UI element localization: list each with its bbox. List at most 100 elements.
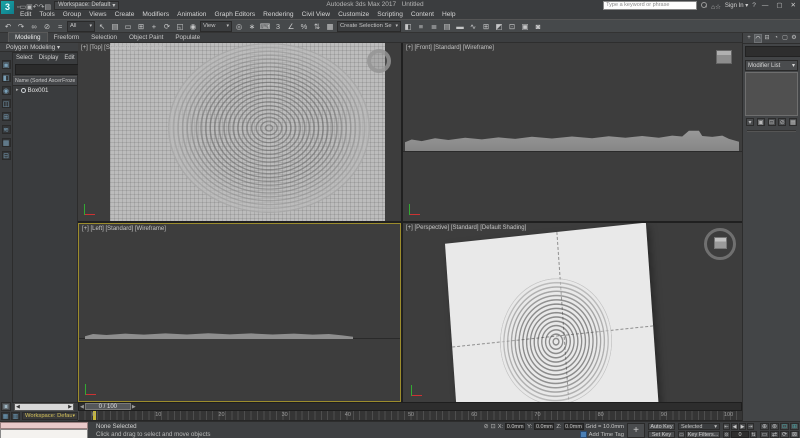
explorer-menu-item[interactable]: Display — [39, 55, 59, 61]
menu-item[interactable]: Rendering — [259, 11, 297, 18]
menu-item[interactable]: Civil View — [298, 11, 334, 18]
scroll-right-icon[interactable]: ▶ — [67, 404, 73, 410]
ribbon-tab[interactable]: Modeling — [8, 32, 48, 42]
track-bar[interactable]: 0102030405060708090100 — [78, 411, 742, 421]
ribbon-tab[interactable]: Populate — [169, 33, 206, 42]
display-groups-icon[interactable]: ▦ — [2, 138, 11, 147]
go-to-end-icon[interactable]: ⇥ — [747, 423, 754, 430]
selection-filter-dropdown[interactable]: All▾ — [67, 21, 95, 32]
explorer-corner-button[interactable]: ▣ — [1, 402, 11, 411]
zoom-all-icon[interactable]: ⊛ — [770, 423, 779, 430]
default-in-out-tangents-button[interactable]: ▭ — [678, 431, 685, 438]
use-pivot-point-center-icon[interactable]: ◎ — [233, 20, 245, 32]
show-end-result-icon[interactable]: ▣ — [757, 118, 765, 126]
angle-snap-icon[interactable]: ∠ — [285, 20, 297, 32]
menu-item[interactable]: Modifiers — [138, 11, 173, 18]
go-to-start-icon[interactable]: ⇤ — [723, 423, 730, 430]
menu-item[interactable]: Create — [111, 11, 139, 18]
time-slider[interactable]: ◀ 0 / 100 ▶ — [78, 402, 742, 411]
select-object-icon[interactable]: ↖ — [96, 20, 108, 32]
menu-item[interactable]: Edit — [16, 11, 35, 18]
curve-editor-icon[interactable]: ∿ — [467, 20, 479, 32]
y-transform-field[interactable]: 0.0mm — [534, 423, 554, 430]
utilities-tab[interactable]: ⚙ — [790, 34, 798, 43]
select-and-rotate-icon[interactable]: ⟳ — [161, 20, 173, 32]
render-production-icon[interactable]: ◙ — [532, 20, 544, 32]
menu-item[interactable]: Customize — [334, 11, 373, 18]
explorer-horizontal-scrollbar[interactable]: ◀ ▶ — [14, 403, 74, 411]
time-slider-right-arrow-icon[interactable]: ▶ — [131, 404, 137, 410]
restore-button[interactable]: ▢ — [774, 1, 784, 9]
rendered-frame-window-icon[interactable]: ▣ — [519, 20, 531, 32]
select-and-place-icon[interactable]: ◉ — [187, 20, 199, 32]
explorer-object-row[interactable]: ▸ Box001 — [13, 86, 77, 94]
maxscript-mini-listener-white[interactable] — [0, 429, 88, 438]
viewcube[interactable] — [714, 237, 727, 249]
z-transform-field[interactable]: 0.0mm — [564, 423, 584, 430]
align-icon[interactable]: ≡ — [415, 20, 427, 32]
close-button[interactable]: ✕ — [789, 1, 798, 9]
render-setup-icon[interactable]: ⊡ — [506, 20, 518, 32]
polygon-modeling-panel-button[interactable]: Polygon Modeling ▾ — [0, 43, 78, 52]
undo-icon[interactable]: ↶ — [2, 20, 14, 32]
display-tab[interactable]: ▢ — [781, 34, 789, 43]
viewport-perspective[interactable]: [+] [Perspective] [Standard] [Default Sh… — [403, 223, 742, 402]
pan-view-icon[interactable]: ⇄ — [770, 431, 779, 438]
time-slider-handle[interactable]: 0 / 100 — [85, 403, 131, 410]
remove-modifier-icon[interactable]: ⊘ — [778, 118, 786, 126]
key-mode-toggle-icon[interactable]: ⊙ — [723, 431, 730, 438]
scroll-left-icon[interactable]: ◀ — [15, 404, 21, 410]
motion-tab[interactable]: ◔ — [772, 34, 780, 43]
named-selection-set-dropdown[interactable]: Create Selection Se▾ — [337, 21, 401, 32]
play-animation-icon[interactable]: ▶ — [739, 423, 746, 430]
unlink-selection-icon[interactable]: ⊘ — [41, 20, 53, 32]
explorer-menu-item[interactable]: Select — [16, 55, 33, 61]
select-and-scale-icon[interactable]: ◱ — [174, 20, 186, 32]
zoom-region-icon[interactable]: ▭ — [760, 431, 769, 438]
search-icon[interactable] — [701, 2, 707, 8]
display-cameras-icon[interactable]: ◫ — [2, 99, 11, 108]
snaps-toggle-3d-icon[interactable]: 3 — [272, 20, 284, 32]
x-transform-field[interactable]: 0.0mm — [505, 423, 525, 430]
display-geometry-icon[interactable]: ▣ — [2, 60, 11, 69]
select-and-link-icon[interactable]: ∞ — [28, 20, 40, 32]
selection-lock-toggle-icon[interactable]: ⊘ — [484, 423, 489, 430]
viewcube[interactable] — [716, 50, 732, 64]
display-spacewarps-icon[interactable]: ≋ — [2, 125, 11, 134]
keying-target-dropdown[interactable]: Selected▾ — [678, 423, 720, 430]
edit-named-selection-sets-icon[interactable]: ▦ — [324, 20, 336, 32]
maximize-viewport-toggle-icon[interactable]: ⊠ — [790, 431, 799, 438]
bind-to-space-warp-icon[interactable]: ≈ — [54, 20, 66, 32]
menu-item[interactable]: Scripting — [373, 11, 407, 18]
modifier-list-dropdown[interactable]: Modifier List ▾ — [745, 60, 798, 71]
reference-coordinate-system-dropdown[interactable]: View▾ — [200, 21, 232, 32]
search-input[interactable] — [603, 1, 697, 10]
toggle-ribbon-icon[interactable]: ▬ — [454, 20, 466, 32]
display-shapes-icon[interactable]: ◧ — [2, 73, 11, 82]
absolute-offset-toggle-icon[interactable]: ⊡ — [491, 423, 496, 430]
rectangular-selection-region-icon[interactable]: ▭ — [122, 20, 134, 32]
workspace-dropdown[interactable]: Workspace: Default ▾ — [54, 1, 119, 10]
explorer-menu-item[interactable]: Edit — [64, 55, 74, 61]
configure-modifier-sets-icon[interactable]: ▦ — [789, 118, 797, 126]
auto-key-button[interactable]: Auto Key — [648, 423, 675, 430]
workspace-selector-bottom[interactable]: Workspace: Default ▾ — [22, 412, 78, 420]
zoom-extents-all-icon[interactable]: ⊞ — [790, 423, 799, 430]
previous-frame-icon[interactable]: ◀ — [731, 423, 738, 430]
viewport-label[interactable]: [+] [Perspective] [Standard] [Default Sh… — [406, 225, 526, 231]
menu-item[interactable]: Tools — [35, 11, 58, 18]
display-lights-icon[interactable]: ◉ — [2, 86, 11, 95]
add-time-tag-button[interactable]: Add Time Tag — [580, 431, 624, 438]
viewport-top[interactable]: [+] [Top] [Standard] [Wireframe] — [78, 43, 401, 221]
ribbon-tab[interactable]: Freeform — [48, 33, 86, 42]
redo-icon[interactable]: ↷ — [15, 20, 27, 32]
object-name-field[interactable] — [745, 46, 800, 57]
window-crossing-icon[interactable]: ⊞ — [135, 20, 147, 32]
menu-item[interactable]: Help — [438, 11, 460, 18]
display-helpers-icon[interactable]: ⊞ — [2, 112, 11, 121]
menu-item[interactable]: Content — [407, 11, 438, 18]
key-filters-button[interactable]: Key Filters... — [686, 431, 720, 438]
expand-arrow-icon[interactable]: ▸ — [16, 87, 19, 93]
current-frame-field[interactable]: 0 — [731, 431, 749, 438]
menu-item[interactable]: Animation — [173, 11, 210, 18]
